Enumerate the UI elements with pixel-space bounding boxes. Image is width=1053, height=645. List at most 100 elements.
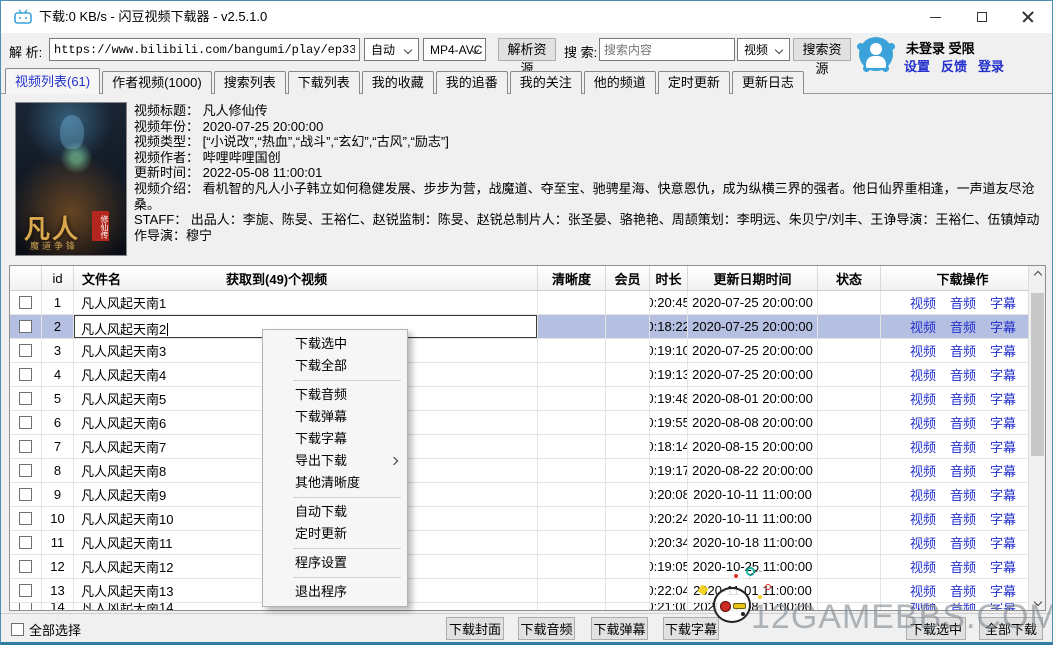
download-video-link[interactable]: 视频	[910, 581, 936, 600]
row-checkbox[interactable]	[19, 560, 32, 573]
tab-8[interactable]: 他的频道	[583, 71, 656, 94]
download-video-link[interactable]: 视频	[910, 365, 936, 384]
table-row[interactable]: 7凡人风起天南700:18:142020-08-15 20:00:00视频音频字…	[10, 435, 1045, 459]
table-row[interactable]: 12凡人风起天南1200:19:052020-10-25 11:00:00视频音…	[10, 555, 1045, 579]
download-audio-link[interactable]: 音频	[950, 437, 976, 456]
menu-item[interactable]: 程序设置	[263, 552, 407, 574]
table-row[interactable]: 11凡人风起天南1100:20:342020-10-18 11:00:00视频音…	[10, 531, 1045, 555]
tab-7[interactable]: 我的关注	[509, 71, 582, 94]
download-video-link[interactable]: 视频	[910, 485, 936, 504]
download-subtitle-link[interactable]: 字幕	[990, 341, 1016, 360]
download-video-link[interactable]: 视频	[910, 317, 936, 336]
download-audio-link[interactable]: 音频	[950, 557, 976, 576]
format-select[interactable]: MP4-AVC	[423, 38, 486, 61]
quality-select[interactable]: 自动	[364, 38, 419, 61]
download-video-link[interactable]: 视频	[910, 341, 936, 360]
row-checkbox[interactable]	[19, 296, 32, 309]
download-subtitle-button[interactable]: 下载字幕	[663, 617, 719, 640]
menu-item[interactable]: 下载弹幕	[263, 406, 407, 428]
menu-item[interactable]: 定时更新	[263, 523, 407, 545]
download-audio-link[interactable]: 音频	[950, 341, 976, 360]
download-selected-button[interactable]: 下载选中	[906, 617, 966, 640]
table-row[interactable]: 2凡人风起天南200:18:222020-07-25 20:00:00视频音频字…	[10, 315, 1045, 339]
download-audio-link[interactable]: 音频	[950, 603, 976, 610]
parse-resource-button[interactable]: 解析资源	[498, 38, 556, 76]
download-subtitle-link[interactable]: 字幕	[990, 437, 1016, 456]
row-checkbox[interactable]	[19, 368, 32, 381]
download-audio-link[interactable]: 音频	[950, 509, 976, 528]
row-checkbox[interactable]	[19, 603, 32, 610]
download-video-link[interactable]: 视频	[910, 509, 936, 528]
menu-item[interactable]: 下载字幕	[263, 428, 407, 450]
menu-item[interactable]: 下载选中	[263, 333, 407, 355]
table-row[interactable]: 10凡人风起天南1000:20:242020-10-11 11:00:00视频音…	[10, 507, 1045, 531]
scroll-down-arrow[interactable]	[1029, 593, 1045, 610]
download-danmaku-button[interactable]: 下载弹幕	[591, 617, 648, 640]
table-row[interactable]: 13凡人风起天南1300:22:042020-11-01 11:00:00视频音…	[10, 579, 1045, 603]
tab-3[interactable]: 搜索列表	[213, 71, 286, 94]
menu-item[interactable]: 下载音频	[263, 384, 407, 406]
menu-item[interactable]: 下载全部	[263, 355, 407, 377]
row-checkbox[interactable]	[19, 488, 32, 501]
tab-10[interactable]: 更新日志	[731, 71, 804, 94]
row-checkbox[interactable]	[19, 344, 32, 357]
user-avatar[interactable]	[857, 37, 895, 72]
tab-9[interactable]: 定时更新	[657, 71, 730, 94]
download-audio-link[interactable]: 音频	[950, 533, 976, 552]
download-subtitle-link[interactable]: 字幕	[990, 557, 1016, 576]
download-audio-link[interactable]: 音频	[950, 389, 976, 408]
download-video-link[interactable]: 视频	[910, 461, 936, 480]
row-checkbox[interactable]	[19, 440, 32, 453]
tab-1[interactable]: 视频列表(61)	[5, 68, 101, 94]
minimize-button[interactable]	[912, 1, 958, 33]
download-audio-link[interactable]: 音频	[950, 485, 976, 504]
download-video-link[interactable]: 视频	[910, 437, 936, 456]
download-subtitle-link[interactable]: 字幕	[990, 293, 1016, 312]
download-subtitle-link[interactable]: 字幕	[990, 603, 1016, 610]
maximize-button[interactable]	[959, 1, 1005, 33]
row-checkbox[interactable]	[19, 584, 32, 597]
download-audio-link[interactable]: 音频	[950, 293, 976, 312]
download-audio-link[interactable]: 音频	[950, 581, 976, 600]
download-subtitle-link[interactable]: 字幕	[990, 461, 1016, 480]
download-cover-button[interactable]: 下载封面	[446, 617, 504, 640]
row-checkbox[interactable]	[19, 416, 32, 429]
download-video-link[interactable]: 视频	[910, 557, 936, 576]
table-row[interactable]: 1凡人风起天南1 00:20:452020-07-25 20:00:00 视频音频字…	[10, 291, 1045, 315]
download-all-button[interactable]: 全部下载	[979, 617, 1043, 640]
download-subtitle-link[interactable]: 字幕	[990, 365, 1016, 384]
download-audio-link[interactable]: 音频	[950, 461, 976, 480]
table-row[interactable]: 8凡人风起天南800:19:172020-08-22 20:00:00视频音频字…	[10, 459, 1045, 483]
search-type-select[interactable]: 视频	[737, 38, 790, 61]
row-checkbox[interactable]	[19, 464, 32, 477]
menu-item[interactable]: 其他清晰度	[263, 472, 407, 494]
download-audio-link[interactable]: 音频	[950, 365, 976, 384]
download-video-link[interactable]: 视频	[910, 603, 936, 610]
download-video-link[interactable]: 视频	[910, 389, 936, 408]
scrollbar-thumb[interactable]	[1031, 293, 1044, 456]
row-checkbox[interactable]	[19, 536, 32, 549]
table-row[interactable]: 14凡人风起天南1400:21:002020-11-08 11:00:00视频音…	[10, 603, 1045, 610]
download-video-link[interactable]: 视频	[910, 533, 936, 552]
row-checkbox[interactable]	[19, 512, 32, 525]
tab-6[interactable]: 我的追番	[435, 71, 508, 94]
tab-5[interactable]: 我的收藏	[361, 71, 434, 94]
download-audio-button[interactable]: 下载音频	[518, 617, 575, 640]
table-row[interactable]: 6凡人风起天南600:19:552020-08-08 20:00:00视频音频字…	[10, 411, 1045, 435]
account-link[interactable]: 反馈	[941, 56, 967, 75]
download-subtitle-link[interactable]: 字幕	[990, 509, 1016, 528]
menu-item[interactable]: 退出程序	[263, 581, 407, 603]
download-video-link[interactable]: 视频	[910, 293, 936, 312]
account-link[interactable]: 设置	[904, 56, 930, 75]
row-checkbox[interactable]	[19, 320, 32, 333]
tab-2[interactable]: 作者视频(1000)	[102, 71, 212, 94]
tab-4[interactable]: 下载列表	[287, 71, 360, 94]
search-input[interactable]	[599, 38, 735, 61]
download-subtitle-link[interactable]: 字幕	[990, 389, 1016, 408]
download-subtitle-link[interactable]: 字幕	[990, 533, 1016, 552]
menu-item[interactable]: 自动下载	[263, 501, 407, 523]
download-subtitle-link[interactable]: 字幕	[990, 581, 1016, 600]
scroll-up-arrow[interactable]	[1029, 266, 1045, 283]
download-audio-link[interactable]: 音频	[950, 317, 976, 336]
table-row[interactable]: 9凡人风起天南900:20:082020-10-11 11:00:00视频音频字…	[10, 483, 1045, 507]
